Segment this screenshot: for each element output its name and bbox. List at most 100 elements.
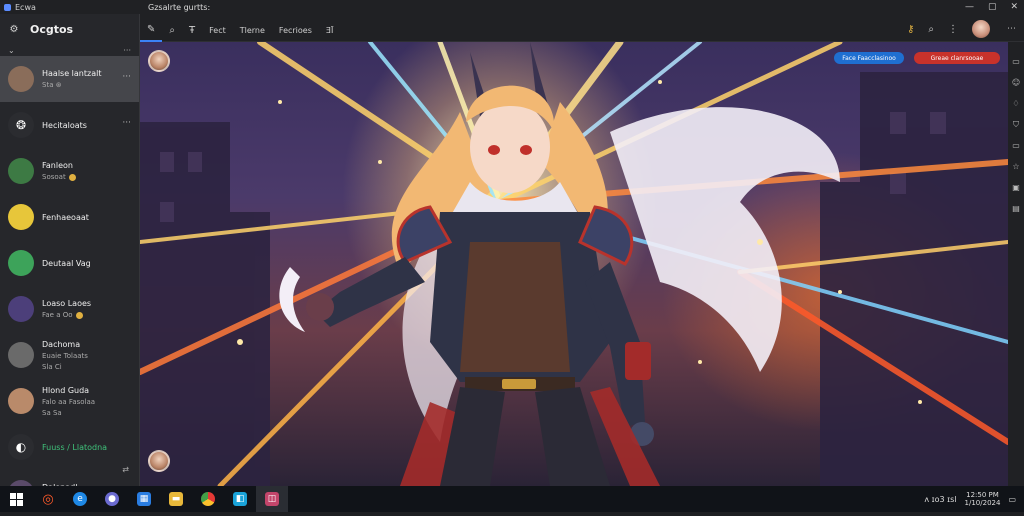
chat-list-item[interactable]: Fenhaeoaat [0,194,139,240]
contact-avatar [8,158,34,184]
contact-avatar [8,250,34,276]
chat-text: Deutaal Vag [42,259,91,268]
maximize-icon[interactable]: ▢ [988,2,997,12]
taskbar-folder-icon[interactable]: ▬ [160,486,192,512]
edit-icon: ✎ [147,23,156,35]
rail-bell-icon[interactable]: ♢ [1012,98,1019,110]
system-tray: ʌ ɪo3 ɪsl 12:50 PM 1/10/2024 ▭ [924,486,1016,512]
sender-avatar-top[interactable] [148,50,170,72]
chat-list-item[interactable]: Hlond Guda Falo aa Fasolaa Sa Sa [0,378,139,424]
chat-preview-text: Sosoat [42,173,66,181]
chat-preview: Sosoat [42,173,76,181]
chat-list-item[interactable]: Haalse lantzalt Sta ⊛ ··· [0,56,139,102]
chevron-down-icon[interactable]: ⌄ [8,46,15,55]
chat-preview: Sta ⊛ [42,81,101,89]
rail-image-icon[interactable]: ▣ [1012,182,1020,194]
tab-ei[interactable]: ƎĪ [319,18,340,42]
chat-name: Hecitaloats [42,120,87,130]
grid-menu-icon[interactable]: ⋯ [1007,24,1016,34]
chat-text: Fanleon Sosoat [42,161,76,181]
settings-icon[interactable]: ⚙ [8,24,20,35]
share-icon[interactable]: ⇄ [122,465,129,474]
red-action-button[interactable]: Greae clanrsooae [914,52,1000,64]
tab-search[interactable]: ⌕ [162,18,182,42]
chat-name: Deutaal Vag [42,258,91,268]
more-icon[interactable]: ··· [122,72,131,82]
rail-doc-icon[interactable]: ▤ [1012,203,1020,215]
taskbar-photos-icon[interactable]: ◧ [224,486,256,512]
sidebar-header: ⚙ Ocgtos [0,14,139,44]
taskbar-app-icon[interactable]: ● [96,486,128,512]
tab-fecrioes[interactable]: Fecrioes [272,18,319,42]
chat-app-window: Ecwa ⚙ Ocgtos ⌄ ··· Haalse lantzalt Sta ⊛… [0,0,1024,506]
window-subtitle: Gzsalrte gurtts: [148,3,211,12]
top-toolbar: Gzsalrte gurtts: — ▢ ✕ ✎ ⌕ Ŧ Fect Tlerne… [140,0,1024,42]
blue-action-button[interactable]: Face Faacclasinoo [834,52,904,64]
chat-list-item[interactable]: Fanleon Sosoat [0,148,139,194]
more-icon[interactable]: ··· [122,118,131,128]
rail-people-icon[interactable]: ☺ [1012,77,1020,89]
tab-tlerne[interactable]: Tlerne [233,18,272,42]
start-button[interactable] [0,486,32,512]
chat-preview-text: Falo aa Fasolaa [42,397,96,406]
chat-extra: Sa Sa [42,408,62,417]
clock-time: 12:50 PM [966,491,999,499]
chat-list-item[interactable]: Deutaal Vag [0,240,139,286]
chat-name: Fanleon [42,161,73,170]
chat-list-item[interactable]: ❂ Hecitaloats ··· [0,102,139,148]
minimize-icon[interactable]: — [965,2,974,12]
chat-name: Hlond Guda [42,385,90,395]
sidebar-subheader: ⌄ ··· [0,44,139,56]
rail-shield-icon[interactable]: ⛉ [1013,119,1019,131]
chat-name: Dachoma [42,339,81,349]
rail-chat-icon[interactable]: ▭ [1012,56,1020,68]
app-icon [4,3,11,11]
chat-preview: Falo aa Fasolaa [42,398,95,406]
taskbar-search-icon[interactable]: ◎ [32,486,64,512]
more-vertical-icon[interactable]: ⋮ [948,24,958,35]
chat-text: Loaso Laoes Fae a Oo [42,299,91,319]
clock-date: 1/10/2024 [964,499,1001,507]
sidebar: ⚙ Ocgtos ⌄ ··· Haalse lantzalt Sta ⊛ ··· ❂ H… [0,14,140,506]
window-controls: — ▢ ✕ [965,2,1018,12]
chat-list-item[interactable]: Dachoma Euaie Tolaats Sla Ci [0,332,139,378]
anime-artwork [140,42,1008,486]
chat-list: Haalse lantzalt Sta ⊛ ··· ❂ Hecitaloats ··· Fa… [0,56,139,516]
clock[interactable]: 12:50 PM 1/10/2024 [965,491,1001,507]
contact-avatar [8,342,34,368]
chat-preview-text: Fae a Oo [42,311,73,319]
contact-avatar [8,66,34,92]
group-icon: ❂ [8,112,34,138]
chat-name: Loaso Laoes [42,299,92,308]
tab-text[interactable]: Ŧ [182,18,202,42]
toolbar-tabs: ✎ ⌕ Ŧ Fect Tlerne Fecrioes ƎĪ [140,18,340,42]
sender-avatar-bottom[interactable] [148,450,170,472]
taskbar-store-icon[interactable]: ▦ [128,486,160,512]
close-icon[interactable]: ✕ [1010,2,1018,12]
taskbar-active-app-icon[interactable]: ◫ [256,486,288,512]
rail-box-icon[interactable]: ▭ [1012,140,1020,152]
status-badge [75,311,83,319]
chat-name: Haalse lantzalt [42,69,102,78]
chat-text: Haalse lantzalt Sta ⊛ [42,69,101,89]
tray-icons[interactable]: ʌ ɪo3 ɪsl [924,495,956,504]
more-icon[interactable]: ··· [123,46,131,55]
search-icon[interactable]: ⌕ [928,24,934,35]
tab-edit[interactable]: ✎ [140,18,163,42]
rail-star-icon[interactable]: ☆ [1012,161,1019,173]
status-badge [68,173,76,181]
chat-extra: Sla Ci [42,362,62,371]
contact-avatar [8,296,34,322]
chat-name: Fuuss / Llatodna [42,442,108,452]
image-viewer: Face Faacclasinoo Greae clanrsooae [140,42,1008,486]
chat-list-item[interactable]: Loaso Laoes Fae a Oo [0,286,139,332]
tab-fect[interactable]: Fect [202,18,233,42]
chat-preview-text: Euaie Tolaats [42,351,88,360]
key-icon[interactable]: ⚷ [907,24,914,35]
chat-list-item[interactable]: ◐ Fuuss / Llatodna [0,424,139,470]
taskbar-edge-icon[interactable]: e [64,486,96,512]
chat-preview: Euaie Tolaats [42,352,88,360]
taskbar-chrome-icon[interactable] [192,486,224,512]
notification-icon[interactable]: ▭ [1008,495,1016,504]
user-avatar[interactable] [972,20,990,38]
